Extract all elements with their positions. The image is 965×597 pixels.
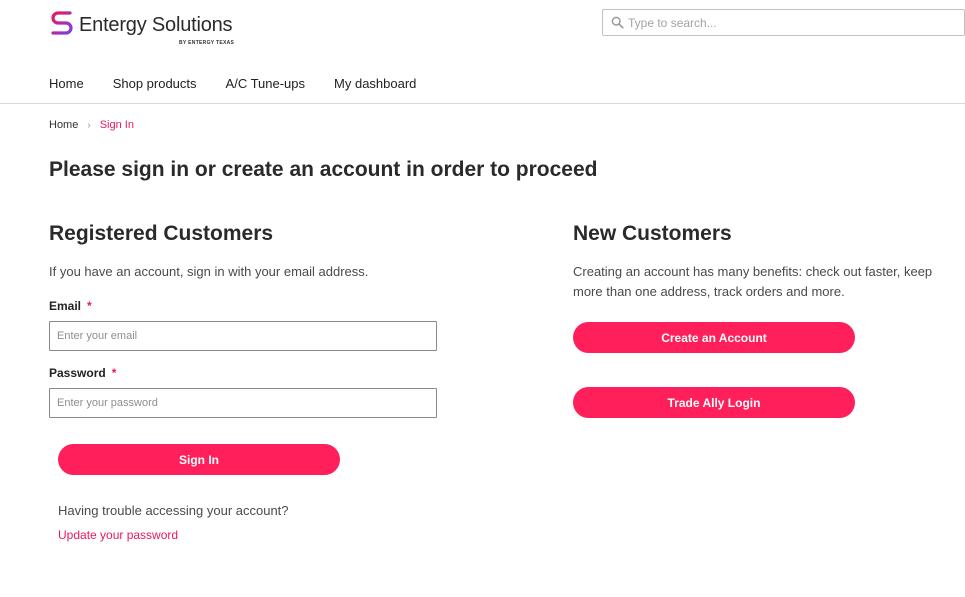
brand-logo[interactable]: Entergy Solutions BY ENTERGY TEXAS (49, 9, 249, 49)
site-header: Entergy Solutions BY ENTERGY TEXAS Home … (0, 0, 965, 104)
create-account-button[interactable]: Create an Account (573, 322, 855, 353)
search-icon[interactable] (611, 16, 624, 29)
password-field[interactable] (49, 388, 437, 418)
trade-ally-login-button[interactable]: Trade Ally Login (573, 387, 855, 418)
main-nav: Home Shop products A/C Tune-ups My dashb… (49, 76, 445, 91)
email-label: Email * (49, 299, 92, 313)
new-customers-title: New Customers (573, 222, 732, 245)
password-label: Password * (49, 366, 116, 380)
brand-subtitle: BY ENTERGY TEXAS (179, 40, 235, 46)
password-label-text: Password (49, 366, 106, 380)
email-label-text: Email (49, 299, 82, 313)
update-password-link[interactable]: Update your password (58, 528, 178, 542)
new-customers-section: New Customers Creating an account has ma… (573, 222, 943, 418)
breadcrumb-separator-icon: › (87, 119, 91, 131)
registered-customers-description: If you have an account, sign in with you… (49, 264, 369, 279)
trouble-accessing-text: Having trouble accessing your account? (58, 503, 289, 518)
search-box (602, 9, 965, 36)
brand-name: Entergy Solutions (79, 14, 233, 36)
entergy-logo-icon (51, 11, 73, 35)
nav-item-my-dashboard[interactable]: My dashboard (334, 76, 416, 91)
breadcrumb: Home › Sign In (49, 119, 134, 131)
sign-in-button[interactable]: Sign In (58, 444, 340, 475)
nav-item-home[interactable]: Home (49, 76, 84, 91)
search-input[interactable] (628, 13, 958, 32)
nav-item-ac-tune-ups[interactable]: A/C Tune-ups (226, 76, 306, 91)
nav-item-shop-products[interactable]: Shop products (113, 76, 197, 91)
email-field[interactable] (49, 321, 437, 351)
page-title: Please sign in or create an account in o… (49, 158, 598, 181)
breadcrumb-current: Sign In (99, 119, 134, 131)
password-required-mark: * (111, 366, 117, 380)
breadcrumb-home[interactable]: Home (49, 119, 78, 131)
new-customers-description: Creating an account has many benefits: c… (573, 264, 933, 299)
registered-customers-title: Registered Customers (49, 222, 274, 245)
email-required-mark: * (87, 299, 92, 313)
registered-customers-section: Registered Customers If you have an acco… (49, 222, 449, 542)
